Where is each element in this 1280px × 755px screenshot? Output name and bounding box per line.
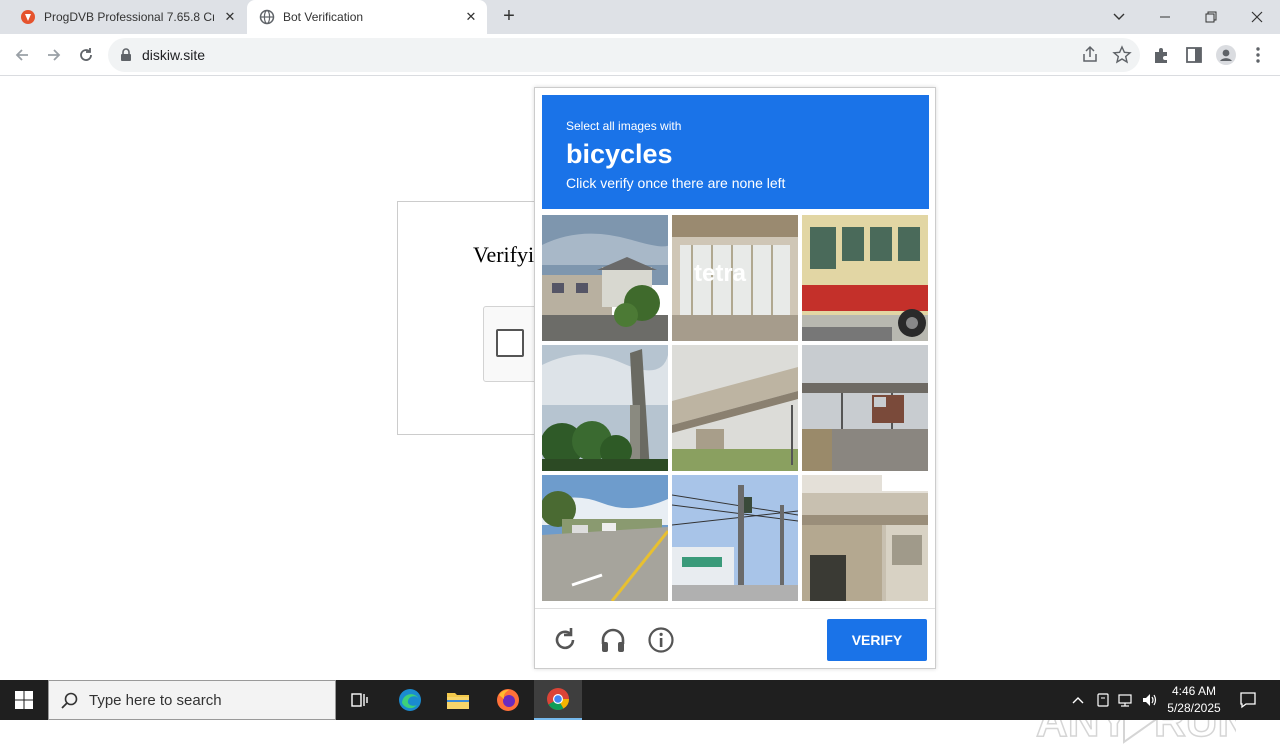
progdvb-favicon-icon [21,10,35,24]
minimize-button[interactable] [1142,0,1188,34]
tab-progdvb[interactable]: ProgDVB Professional 7.65.8 Cra ✕ [8,0,246,34]
taskbar-edge[interactable] [386,680,434,720]
search-placeholder: Type here to search [89,692,222,709]
windows-taskbar: Type here to search 4:46 AM 5/28/2025 [0,680,1280,720]
edge-icon [399,689,421,711]
windows-logo-icon [15,691,33,709]
url-text[interactable]: diskiw.site [142,47,205,63]
side-panel-icon[interactable] [1184,45,1204,65]
forward-button[interactable] [38,39,70,71]
verification-title: Verifyi [473,242,535,267]
globe-icon [259,9,275,25]
taskbar-search-box[interactable]: Type here to search [48,680,336,720]
refresh-icon[interactable] [551,626,579,654]
tab-strip: ProgDVB Professional 7.65.8 Cra ✕ Bot Ve… [0,0,1280,34]
tab-title: Bot Verification [283,10,364,24]
device-tray-icon[interactable] [1093,690,1113,710]
restore-button[interactable] [1188,0,1234,34]
system-clock[interactable]: 4:46 AM 5/28/2025 [1160,683,1228,717]
captcha-tile-5[interactable] [672,345,798,471]
back-button[interactable] [6,39,38,71]
close-window-button[interactable] [1234,0,1280,34]
extensions-puzzle-icon[interactable] [1152,45,1172,65]
captcha-instruction: Select all images with [566,119,682,133]
task-view-icon [351,693,368,707]
clock-time: 4:46 AM [1171,684,1217,698]
bookmark-star-icon[interactable] [1112,45,1132,65]
taskbar-chrome[interactable] [534,680,582,720]
start-button[interactable] [0,680,48,720]
captcha-challenge-popup: Select all images with bicycles Click ve… [534,87,936,669]
captcha-tile-7[interactable] [542,475,668,601]
captcha-tile-6[interactable] [802,345,928,471]
firefox-icon [497,689,519,711]
svg-text:tetra: tetra [694,260,747,287]
captcha-tile-3[interactable] [802,215,928,341]
tab-title: ProgDVB Professional 7.65.8 Cra [44,10,214,24]
show-hidden-icons-chevron-icon[interactable] [1068,690,1088,710]
captcha-checkbox[interactable] [496,329,524,357]
tab-search-chevron-icon[interactable] [1096,0,1142,34]
clock-date: 5/28/2025 [1167,701,1221,715]
new-tab-button[interactable]: + [497,5,521,29]
address-bar[interactable]: diskiw.site [108,38,1140,72]
captcha-tile-1[interactable] [542,215,668,341]
captcha-sub-instruction: Click verify once there are none left [566,175,786,191]
reload-icon [80,48,92,61]
folder-icon [447,693,469,709]
info-icon[interactable] [647,626,675,654]
browser-toolbar: diskiw.site [0,34,1280,76]
captcha-tile-2[interactable]: tetra [672,215,798,341]
more-menu-icon[interactable] [1248,45,1268,65]
tab-bot-verification[interactable]: Bot Verification ✕ [247,0,487,34]
captcha-tile-4[interactable] [542,345,668,471]
profile-avatar-icon[interactable] [1216,45,1236,65]
notifications-icon[interactable] [1238,690,1258,710]
close-tab-icon[interactable]: ✕ [463,9,479,25]
share-icon[interactable] [1080,45,1100,65]
verify-button[interactable]: VERIFY [827,619,927,661]
volume-icon[interactable] [1140,690,1160,710]
reload-button[interactable] [70,39,102,71]
taskbar-firefox[interactable] [484,680,532,720]
arrow-left-icon [15,49,28,61]
search-icon [61,692,78,709]
close-tab-icon[interactable]: ✕ [222,9,238,25]
arrow-right-icon [48,49,61,61]
captcha-footer: VERIFY [535,608,935,668]
taskbar-file-explorer[interactable] [434,680,482,720]
captcha-tile-9[interactable] [802,475,928,601]
task-view-button[interactable] [336,680,384,720]
lock-icon[interactable] [120,48,132,62]
network-icon[interactable] [1116,690,1136,710]
audio-challenge-headphones-icon[interactable] [599,626,627,654]
captcha-target-word: bicycles [566,139,673,169]
captcha-tile-8[interactable] [672,475,798,601]
captcha-header: Select all images with bicycles Click ve… [542,95,929,209]
chrome-icon [547,688,569,710]
